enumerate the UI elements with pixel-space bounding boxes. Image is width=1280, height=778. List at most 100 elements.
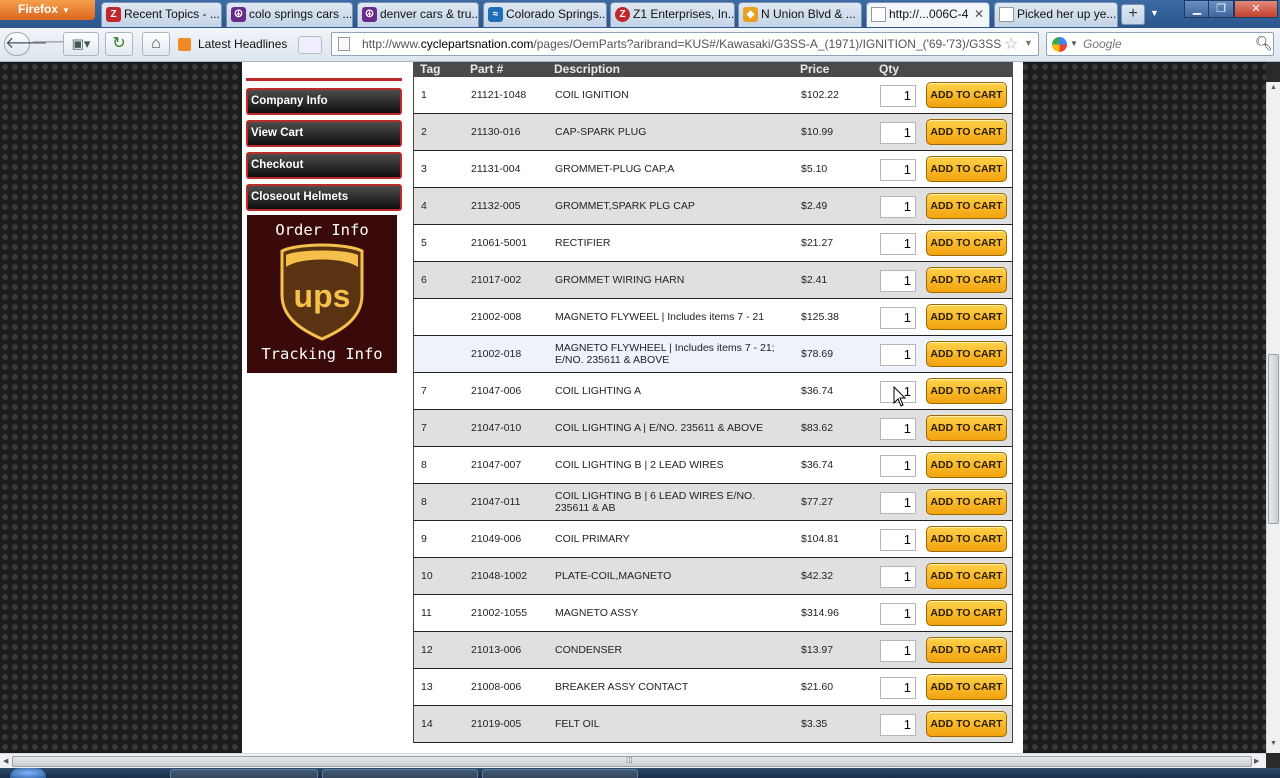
- quantity-input[interactable]: 1: [880, 344, 916, 366]
- row-price: $5.10: [801, 163, 828, 175]
- add-to-cart-button[interactable]: ADD TO CART: [926, 119, 1007, 145]
- scroll-down-icon[interactable]: ▼: [1270, 740, 1277, 747]
- url-bar[interactable]: http://www.cyclepartsnation.com/pages/Oe…: [331, 32, 1039, 56]
- table-row: 21002-008 MAGNETO FLYWEEL | Includes item…: [413, 299, 1013, 336]
- horizontal-scrollbar[interactable]: ◀ ⁞⁞⁞ ▶: [0, 753, 1266, 768]
- add-to-cart-button[interactable]: ADD TO CART: [926, 415, 1007, 441]
- bookmark-star-icon[interactable]: ☆: [1004, 34, 1018, 54]
- quantity-input[interactable]: 1: [880, 196, 916, 218]
- add-to-cart-button[interactable]: ADD TO CART: [926, 489, 1007, 515]
- row-price: $10.99: [801, 126, 834, 138]
- taskbar-item[interactable]: [170, 769, 318, 778]
- quantity-input[interactable]: 1: [880, 455, 916, 477]
- quantity-input[interactable]: 1: [880, 270, 916, 292]
- tab-active-cycleparts[interactable]: http://...006C-4 ✕: [866, 2, 990, 27]
- new-tab-button[interactable]: +: [1121, 4, 1145, 25]
- row-description: RECTIFIER: [555, 237, 611, 249]
- ups-order-tracking-banner[interactable]: Order Info ups Tracking Info: [247, 215, 397, 373]
- vertical-scroll-thumb[interactable]: [1268, 354, 1279, 524]
- add-to-cart-button[interactable]: ADD TO CART: [926, 674, 1007, 700]
- tab-colo-springs-cars[interactable]: ☮ colo springs cars ...: [226, 2, 353, 27]
- bookmarks-button[interactable]: ▣▾: [63, 32, 99, 56]
- tab-recent-topics[interactable]: Z Recent Topics - ...: [101, 2, 222, 27]
- taskbar-item[interactable]: [482, 769, 638, 778]
- add-to-cart-button[interactable]: ADD TO CART: [926, 526, 1007, 552]
- page-identity-icon[interactable]: [338, 37, 350, 51]
- tab-list-chevron-icon[interactable]: ▼: [1150, 8, 1159, 18]
- firefox-menu-label: Firefox: [18, 2, 59, 16]
- tab-picked-her-up[interactable]: Picked her up ye...: [994, 2, 1118, 27]
- quantity-input[interactable]: 1: [880, 85, 916, 107]
- start-button[interactable]: [10, 768, 46, 778]
- quantity-input[interactable]: 1: [880, 677, 916, 699]
- add-to-cart-button[interactable]: ADD TO CART: [926, 82, 1007, 108]
- os-taskbar: [0, 768, 1280, 778]
- maximize-window-button[interactable]: ❐: [1208, 0, 1234, 18]
- close-tab-icon[interactable]: ✕: [974, 3, 984, 26]
- tab-n-union-blvd[interactable]: ◆ N Union Blvd & ...: [738, 2, 862, 27]
- quantity-input[interactable]: 1: [880, 492, 916, 514]
- firefox-menu-button[interactable]: Firefox ▼: [0, 0, 95, 20]
- close-window-button[interactable]: ✕: [1234, 0, 1278, 18]
- add-to-cart-button[interactable]: ADD TO CART: [926, 600, 1007, 626]
- back-button[interactable]: 🡐: [4, 32, 48, 56]
- scroll-up-icon[interactable]: ▲: [1270, 84, 1277, 91]
- add-to-cart-button[interactable]: ADD TO CART: [926, 563, 1007, 589]
- quantity-input[interactable]: 1: [880, 566, 916, 588]
- add-to-cart-button[interactable]: ADD TO CART: [926, 341, 1007, 367]
- row-tag: 11: [421, 607, 432, 619]
- add-to-cart-button[interactable]: ADD TO CART: [926, 711, 1007, 737]
- add-to-cart-button[interactable]: ADD TO CART: [926, 378, 1007, 404]
- row-description: MAGNETO FLYWEEL | Includes items 7 - 21: [555, 311, 765, 323]
- latest-headlines-bookmark[interactable]: Latest Headlines: [198, 37, 287, 51]
- taskbar-item[interactable]: [322, 769, 478, 778]
- sidebar-item-company-info[interactable]: Company Info: [246, 88, 402, 115]
- sidebar-item-checkout[interactable]: Checkout: [246, 152, 402, 179]
- quantity-input[interactable]: 1: [880, 122, 916, 144]
- tab-denver-cars[interactable]: ☮ denver cars & tru...: [357, 2, 479, 27]
- row-part-number: 21047-011: [471, 496, 521, 508]
- quantity-input[interactable]: 1: [880, 233, 916, 255]
- quantity-input[interactable]: 1: [880, 418, 916, 440]
- reload-button[interactable]: ↻: [105, 32, 133, 56]
- quantity-input[interactable]: 1: [880, 159, 916, 181]
- forward-button[interactable]: 🡒: [31, 32, 74, 56]
- search-bar[interactable]: ▼ 🔍︎: [1046, 32, 1274, 56]
- add-to-cart-button[interactable]: ADD TO CART: [926, 230, 1007, 256]
- add-to-cart-button[interactable]: ADD TO CART: [926, 267, 1007, 293]
- quantity-input[interactable]: 1: [880, 714, 916, 736]
- rss-feed-icon[interactable]: [178, 38, 191, 51]
- scroll-left-icon[interactable]: ◀: [3, 757, 8, 765]
- row-part-number: 21048-1002: [471, 570, 528, 582]
- row-price: $36.74: [801, 459, 834, 471]
- quantity-input[interactable]: 1: [880, 640, 916, 662]
- row-tag: 2: [421, 126, 427, 138]
- ups-logo-icon: ups: [280, 243, 364, 341]
- add-to-cart-button[interactable]: ADD TO CART: [926, 452, 1007, 478]
- search-input[interactable]: [1083, 37, 1253, 51]
- add-to-cart-button[interactable]: ADD TO CART: [926, 637, 1007, 663]
- search-icon[interactable]: 🔍︎: [1255, 35, 1273, 52]
- row-part-number: 21047-010: [471, 422, 522, 434]
- url-text[interactable]: http://www.cyclepartsnation.com/pages/Oe…: [362, 37, 1002, 51]
- vertical-scrollbar[interactable]: ▲ ▼: [1266, 82, 1280, 753]
- scroll-right-icon[interactable]: ▶: [1254, 757, 1259, 765]
- add-to-cart-button[interactable]: ADD TO CART: [926, 156, 1007, 182]
- add-to-cart-button[interactable]: ADD TO CART: [926, 304, 1007, 330]
- quantity-input[interactable]: 1: [880, 603, 916, 625]
- quantity-input[interactable]: 1: [880, 307, 916, 329]
- sidebar-item-closeout-helmets[interactable]: Closeout Helmets: [246, 184, 402, 211]
- tab-z1-enterprises[interactable]: Z Z1 Enterprises, In...: [610, 2, 735, 27]
- home-button[interactable]: ⌂: [142, 32, 170, 56]
- tab-colorado-springs[interactable]: ≈ Colorado Springs...: [483, 2, 607, 27]
- add-to-cart-button[interactable]: ADD TO CART: [926, 193, 1007, 219]
- bar-chart-icon[interactable]: [298, 36, 322, 54]
- tab-label: colo springs cars ...: [249, 7, 353, 21]
- url-history-dropdown-icon[interactable]: ▼: [1024, 38, 1033, 48]
- minimize-window-button[interactable]: ▁: [1184, 0, 1210, 18]
- chevron-down-icon[interactable]: ▼: [1070, 39, 1078, 48]
- quantity-input[interactable]: 1: [880, 529, 916, 551]
- google-icon[interactable]: [1052, 37, 1067, 52]
- sidebar-item-view-cart[interactable]: View Cart: [246, 120, 402, 147]
- tab-label: Colorado Springs...: [506, 7, 607, 21]
